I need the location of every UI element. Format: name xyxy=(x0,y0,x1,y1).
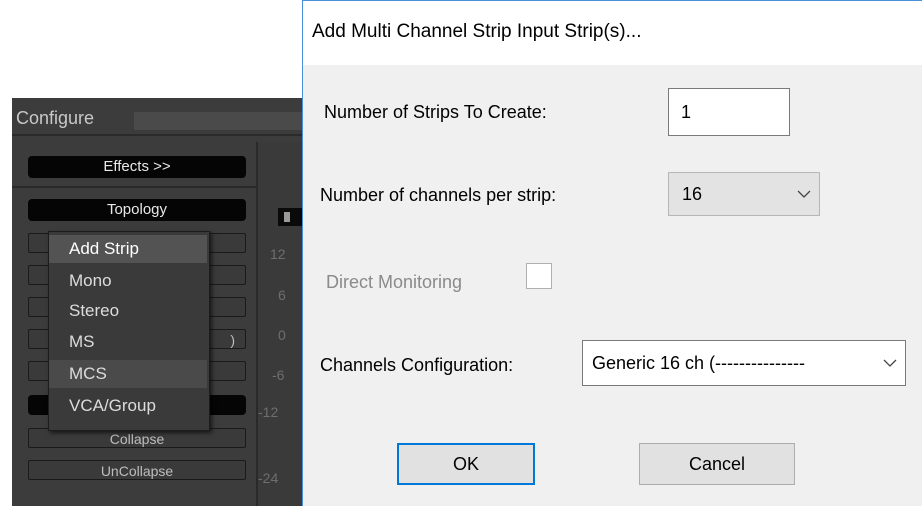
channels-config-label: Channels Configuration: xyxy=(320,355,514,375)
channels-per-strip-value: 16 xyxy=(682,184,703,204)
direct-monitoring-label: Direct Monitoring xyxy=(326,272,463,292)
meter-column xyxy=(256,142,302,506)
channels-config-value: Generic 16 ch (--------------- xyxy=(592,353,805,373)
scale-label: -24 xyxy=(258,470,279,486)
menu-item-mono[interactable]: Mono xyxy=(49,267,207,295)
configure-title: Configure xyxy=(16,108,95,128)
effects-button[interactable]: Effects >> xyxy=(28,156,246,178)
separator xyxy=(12,186,256,188)
column-divider xyxy=(256,142,258,506)
menu-item-add-strip[interactable]: Add Strip xyxy=(49,235,207,263)
ok-button[interactable]: OK xyxy=(397,443,535,485)
dialog-title: Add Multi Channel Strip Input Strip(s)..… xyxy=(312,21,642,42)
cancel-button[interactable]: Cancel xyxy=(639,443,795,485)
channels-per-strip-select[interactable]: 16 xyxy=(668,172,820,216)
topology-popup-menu: Add Strip Mono Stereo MS MCS VCA/Group xyxy=(48,231,210,431)
uncollapse-button[interactable]: UnCollapse xyxy=(28,460,246,480)
configure-title-bar xyxy=(134,112,302,130)
menu-item-stereo[interactable]: Stereo xyxy=(49,297,207,325)
scale-label: -6 xyxy=(272,367,285,383)
channels-config-select[interactable]: Generic 16 ch (--------------- xyxy=(582,340,906,386)
collapse-button[interactable]: Collapse xyxy=(28,428,246,448)
dialog-titlebar: Add Multi Channel Strip Input Strip(s)..… xyxy=(303,1,922,65)
topology-button[interactable]: Topology xyxy=(28,199,246,221)
menu-item-mcs[interactable]: MCS xyxy=(49,360,207,388)
scale-label: 6 xyxy=(278,287,286,303)
chevron-down-icon xyxy=(883,359,897,367)
strips-count-input[interactable]: 1 xyxy=(668,88,790,136)
add-mcs-strip-dialog: Add Multi Channel Strip Input Strip(s)..… xyxy=(302,0,922,506)
meter-indicator xyxy=(278,208,302,226)
scale-label: 12 xyxy=(270,246,286,262)
menu-item-vca-group[interactable]: VCA/Group xyxy=(49,392,207,420)
meter-indicator-dot xyxy=(284,212,290,222)
scale-label: -12 xyxy=(258,404,279,420)
menu-item-ms[interactable]: MS xyxy=(49,328,207,356)
channels-per-strip-label: Number of channels per strip: xyxy=(320,185,557,205)
separator xyxy=(12,134,302,136)
background-app-panel: Configure Effects >> Topology ) Collapse… xyxy=(12,98,302,506)
chevron-down-icon xyxy=(797,190,811,198)
direct-monitoring-checkbox[interactable] xyxy=(526,263,552,289)
scale-label: 0 xyxy=(278,327,286,343)
strips-count-label: Number of Strips To Create: xyxy=(324,102,547,122)
